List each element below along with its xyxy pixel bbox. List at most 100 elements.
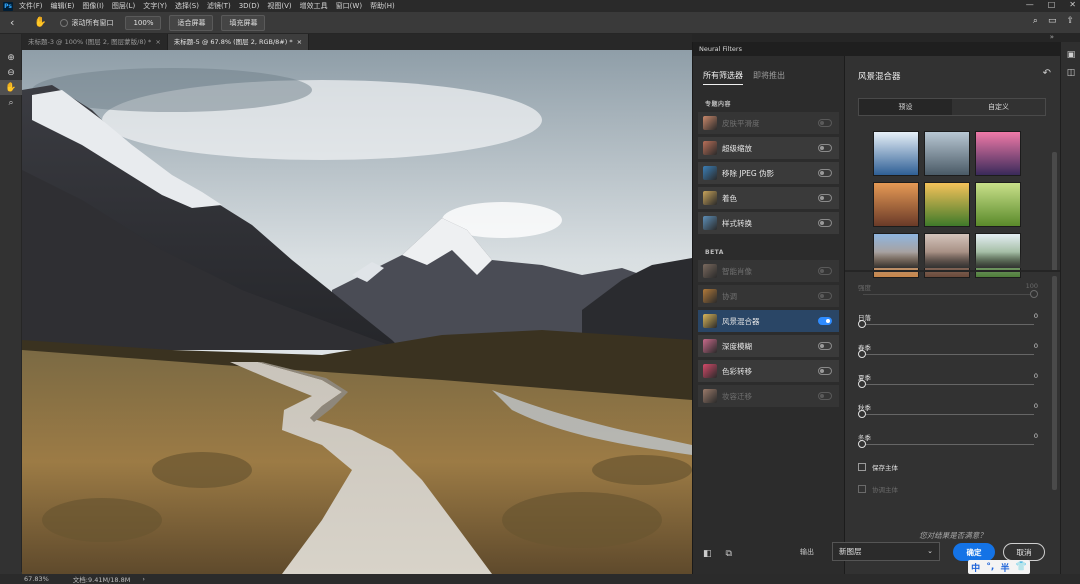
tab-close-icon[interactable]: × [297, 38, 302, 46]
slider-track[interactable] [863, 324, 1034, 325]
feedback-prompt[interactable]: 您对结果是否满意？ [845, 530, 1061, 541]
slider[interactable]: 日落 0 [858, 312, 1038, 332]
preset-thumbnail[interactable] [975, 182, 1021, 227]
slider-track[interactable] [863, 294, 1034, 295]
settings-scrollbar[interactable] [1052, 276, 1057, 490]
filter-toggle[interactable] [818, 292, 832, 300]
menu-window[interactable]: 窗口(W) [336, 1, 362, 11]
slider-knob[interactable] [858, 320, 866, 328]
compare-icon[interactable]: ◧ [703, 549, 712, 559]
filter-toggle[interactable] [818, 194, 832, 202]
slider[interactable]: 春季 0 [858, 342, 1038, 362]
slider-knob[interactable] [858, 380, 866, 388]
scroll-all-windows-checkbox[interactable] [60, 18, 69, 27]
menu-filter[interactable]: 滤镜(T) [207, 1, 231, 11]
zoom-out-icon[interactable]: ⊖ [0, 65, 22, 80]
slider-knob[interactable] [858, 440, 866, 448]
tab-all-filters[interactable]: 所有筛选器 [703, 70, 743, 85]
filter-item[interactable]: 皮肤平滑度 [698, 112, 839, 134]
checkbox-box[interactable] [858, 485, 866, 493]
filter-toggle[interactable] [818, 317, 832, 325]
zoom-level[interactable]: 67.83% [24, 575, 49, 583]
fit-screen-button[interactable]: 适合屏幕 [169, 14, 214, 31]
layers-icon[interactable]: ⧉ [726, 549, 732, 559]
filter-toggle[interactable] [818, 392, 832, 400]
ime-mode-chinese[interactable]: 中 [971, 561, 980, 574]
slider[interactable]: 夏季 0 [858, 372, 1038, 392]
filter-item[interactable]: 风景混合器 [698, 310, 839, 332]
filter-toggle[interactable] [818, 367, 832, 375]
ime-halfwidth[interactable]: 半 [1000, 561, 1009, 574]
tab-close-icon[interactable]: × [155, 38, 160, 46]
preset-thumbnail[interactable] [975, 131, 1021, 176]
menu-plugins[interactable]: 增效工具 [300, 1, 328, 11]
preset-thumbnail[interactable] [873, 131, 919, 176]
filter-item[interactable]: 超级缩放 [698, 137, 839, 159]
preset-thumbnail[interactable] [924, 182, 970, 227]
subject-checkbox[interactable]: 协调主体 [858, 484, 898, 494]
slider-track[interactable] [863, 354, 1034, 355]
reset-icon[interactable]: ↶ [1043, 68, 1051, 79]
filter-item[interactable]: 协调 [698, 285, 839, 307]
preset-thumbnail[interactable] [924, 131, 970, 176]
slider-knob[interactable] [858, 350, 866, 358]
filter-toggle[interactable] [818, 219, 832, 227]
slider-track[interactable] [863, 384, 1034, 385]
slider-knob[interactable] [858, 410, 866, 418]
menu-help[interactable]: 帮助(H) [370, 1, 395, 11]
maximize-icon[interactable]: □ [1048, 0, 1056, 12]
menu-3d[interactable]: 3D(D) [239, 2, 260, 10]
ime-punctuation[interactable]: °, [986, 562, 994, 572]
hand-icon[interactable]: ✋ [0, 80, 22, 95]
menu-edit[interactable]: 编辑(E) [51, 1, 75, 11]
menu-select[interactable]: 选择(S) [175, 1, 199, 11]
filter-toggle[interactable] [818, 267, 832, 275]
tab-custom[interactable]: 自定义 [952, 99, 1045, 115]
checkbox-box[interactable] [858, 463, 866, 471]
slider-track[interactable] [863, 444, 1034, 445]
slider[interactable]: 冬季 0 [858, 432, 1038, 452]
share-icon[interactable]: ⇪ [1066, 16, 1074, 26]
filter-toggle[interactable] [818, 144, 832, 152]
slider-track[interactable] [863, 414, 1034, 415]
ok-button[interactable]: 确定 [953, 543, 995, 561]
minimize-icon[interactable]: — [1026, 0, 1034, 12]
zoom-100-button[interactable]: 100% [125, 15, 162, 30]
ime-indicator[interactable]: 中 °, 半 👕 [968, 560, 1030, 574]
filter-item[interactable]: 移除 JPEG 伪影 [698, 162, 839, 184]
menu-type[interactable]: 文字(Y) [143, 1, 167, 11]
fill-screen-button[interactable]: 填充屏幕 [221, 14, 266, 31]
slider[interactable]: 强度 100 [858, 282, 1038, 302]
ime-skin-icon[interactable]: 👕 [1016, 562, 1027, 572]
slider-knob[interactable] [1030, 290, 1038, 298]
filter-toggle[interactable] [818, 169, 832, 177]
history-panel-icon[interactable]: ◫ [1061, 64, 1080, 82]
status-menu-arrow-icon[interactable]: › [142, 575, 145, 583]
document-tab-2[interactable]: 未标题-5 @ 67.8% (图层 2, RGB/8#) * × [167, 34, 310, 50]
filter-item[interactable]: 色彩转移 [698, 360, 839, 382]
tab-presets[interactable]: 预设 [859, 99, 952, 115]
menu-image[interactable]: 图像(I) [82, 1, 104, 11]
filter-toggle[interactable] [818, 342, 832, 350]
collapse-panels-icon[interactable]: » [1050, 33, 1054, 41]
menu-file[interactable]: 文件(F) [19, 1, 43, 11]
zoom-in-icon[interactable]: ⊕ [0, 50, 22, 65]
filter-item[interactable]: 妆容迁移 [698, 385, 839, 407]
neural-filters-panel-icon[interactable]: ▣ [1061, 46, 1080, 64]
close-icon[interactable]: ✕ [1069, 0, 1076, 12]
image-canvas[interactable] [22, 50, 692, 574]
back-arrow-icon[interactable]: ‹ [10, 16, 20, 29]
filter-item[interactable]: 着色 [698, 187, 839, 209]
filter-item[interactable]: 深度模糊 [698, 335, 839, 357]
workspace-icon[interactable]: ▭ [1048, 16, 1057, 26]
filter-item[interactable]: 智能肖像 [698, 260, 839, 282]
magnifier-icon[interactable]: ⌕ [0, 95, 22, 110]
preset-thumbnail[interactable] [873, 182, 919, 227]
slider[interactable]: 秋季 0 [858, 402, 1038, 422]
filter-toggle[interactable] [818, 119, 832, 127]
filter-item[interactable]: 样式转换 [698, 212, 839, 234]
output-select[interactable]: 新图层 ⌄ [832, 542, 940, 561]
subject-checkbox[interactable]: 保存主体 [858, 462, 898, 472]
document-tab-1[interactable]: 未标题-3 @ 100% (图层 2, 图层蒙版/8) * × [22, 34, 168, 50]
cancel-button[interactable]: 取消 [1003, 543, 1045, 561]
